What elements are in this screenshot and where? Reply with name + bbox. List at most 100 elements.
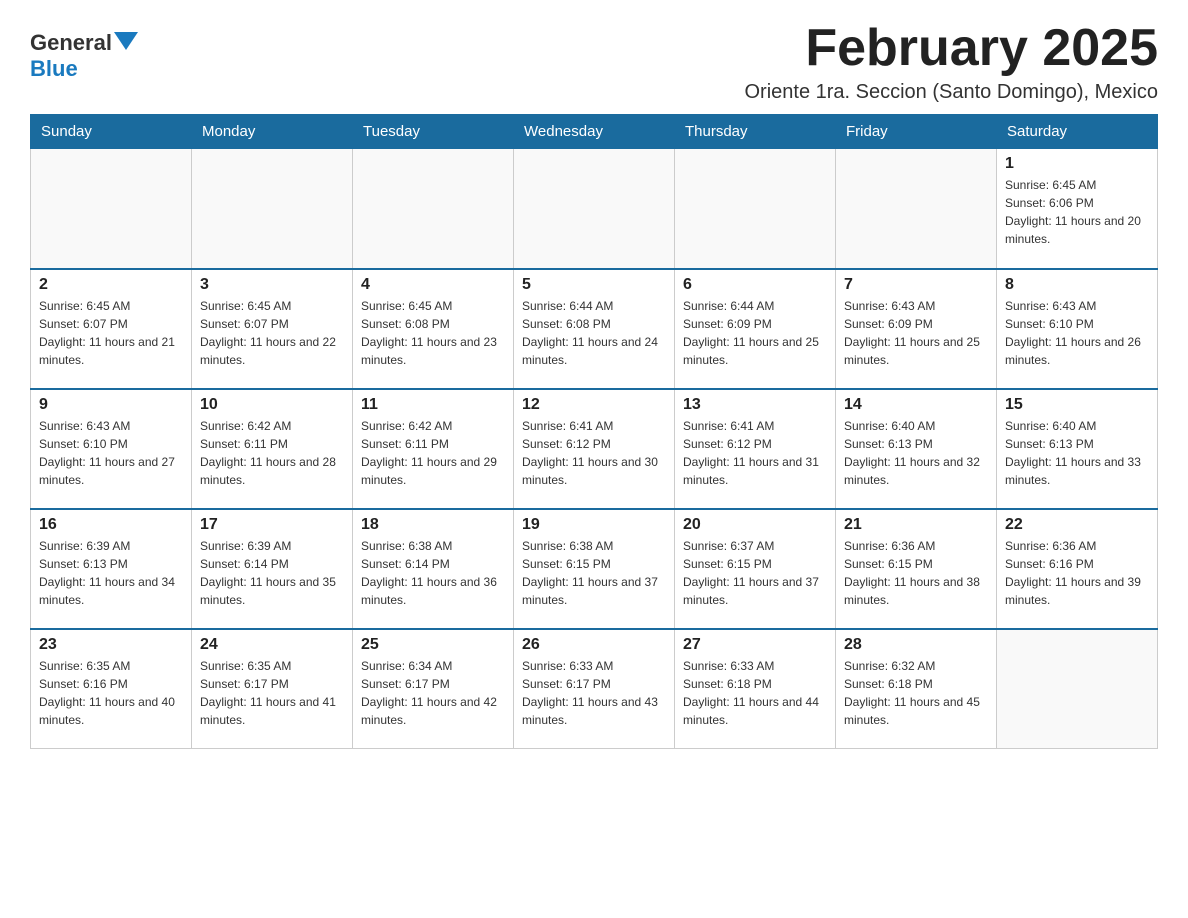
calendar-cell: 14 Sunrise: 6:40 AMSunset: 6:13 PMDayligh… bbox=[836, 389, 997, 509]
calendar-cell: 6 Sunrise: 6:44 AMSunset: 6:09 PMDaylight… bbox=[675, 269, 836, 389]
calendar-cell: 8 Sunrise: 6:43 AMSunset: 6:10 PMDaylight… bbox=[997, 269, 1158, 389]
day-sun-info: Sunrise: 6:45 AMSunset: 6:08 PMDaylight:… bbox=[361, 297, 505, 369]
calendar-week-row: 1 Sunrise: 6:45 AMSunset: 6:06 PMDaylight… bbox=[31, 149, 1158, 269]
calendar-cell: 7 Sunrise: 6:43 AMSunset: 6:09 PMDaylight… bbox=[836, 269, 997, 389]
day-of-week-sunday: Sunday bbox=[31, 115, 192, 149]
day-number: 5 bbox=[522, 276, 666, 294]
day-sun-info: Sunrise: 6:40 AMSunset: 6:13 PMDaylight:… bbox=[844, 417, 988, 489]
day-sun-info: Sunrise: 6:45 AMSunset: 6:06 PMDaylight:… bbox=[1005, 176, 1149, 248]
calendar-week-row: 23Sunrise: 6:35 AMSunset: 6:16 PMDayligh… bbox=[31, 629, 1158, 749]
calendar-cell: 2 Sunrise: 6:45 AMSunset: 6:07 PMDaylight… bbox=[31, 269, 192, 389]
day-sun-info: Sunrise: 6:33 AMSunset: 6:18 PMDaylight:… bbox=[683, 657, 827, 729]
calendar-cell: 11 Sunrise: 6:42 AMSunset: 6:11 PMDayligh… bbox=[353, 389, 514, 509]
day-sun-info: Sunrise: 6:33 AMSunset: 6:17 PMDaylight:… bbox=[522, 657, 666, 729]
day-number: 14 bbox=[844, 396, 988, 414]
day-number: 28 bbox=[844, 636, 988, 654]
day-of-week-friday: Friday bbox=[836, 115, 997, 149]
day-sun-info: Sunrise: 6:41 AMSunset: 6:12 PMDaylight:… bbox=[683, 417, 827, 489]
month-title: February 2025 bbox=[744, 20, 1158, 77]
calendar-cell: 3Sunrise: 6:45 AMSunset: 6:07 PMDaylight… bbox=[192, 269, 353, 389]
location-subtitle: Oriente 1ra. Seccion (Santo Domingo), Me… bbox=[744, 81, 1158, 104]
day-number: 11 bbox=[361, 396, 505, 414]
day-sun-info: Sunrise: 6:43 AMSunset: 6:09 PMDaylight:… bbox=[844, 297, 988, 369]
calendar-cell: 15 Sunrise: 6:40 AMSunset: 6:13 PMDayligh… bbox=[997, 389, 1158, 509]
day-sun-info: Sunrise: 6:39 AMSunset: 6:13 PMDaylight:… bbox=[39, 537, 183, 609]
calendar-header-row: SundayMondayTuesdayWednesdayThursdayFrid… bbox=[31, 115, 1158, 149]
day-number: 1 bbox=[1005, 155, 1149, 173]
calendar-cell: 24 Sunrise: 6:35 AMSunset: 6:17 PMDayligh… bbox=[192, 629, 353, 749]
day-sun-info: Sunrise: 6:40 AMSunset: 6:13 PMDaylight:… bbox=[1005, 417, 1149, 489]
day-sun-info: Sunrise: 6:42 AMSunset: 6:11 PMDaylight:… bbox=[361, 417, 505, 489]
calendar-cell: 1 Sunrise: 6:45 AMSunset: 6:06 PMDaylight… bbox=[997, 149, 1158, 269]
day-number: 17 bbox=[200, 516, 344, 534]
day-number: 27 bbox=[683, 636, 827, 654]
day-number: 7 bbox=[844, 276, 988, 294]
day-number: 8 bbox=[1005, 276, 1149, 294]
calendar-cell: 9Sunrise: 6:43 AMSunset: 6:10 PMDaylight… bbox=[31, 389, 192, 509]
day-sun-info: Sunrise: 6:43 AMSunset: 6:10 PMDaylight:… bbox=[39, 417, 183, 489]
calendar-cell: 23Sunrise: 6:35 AMSunset: 6:16 PMDayligh… bbox=[31, 629, 192, 749]
day-sun-info: Sunrise: 6:35 AMSunset: 6:17 PMDaylight:… bbox=[200, 657, 344, 729]
calendar-week-row: 16 Sunrise: 6:39 AMSunset: 6:13 PMDayligh… bbox=[31, 509, 1158, 629]
day-number: 22 bbox=[1005, 516, 1149, 534]
calendar-cell bbox=[836, 149, 997, 269]
calendar-table: SundayMondayTuesdayWednesdayThursdayFrid… bbox=[30, 114, 1158, 749]
day-sun-info: Sunrise: 6:44 AMSunset: 6:08 PMDaylight:… bbox=[522, 297, 666, 369]
day-sun-info: Sunrise: 6:45 AMSunset: 6:07 PMDaylight:… bbox=[39, 297, 183, 369]
day-of-week-tuesday: Tuesday bbox=[353, 115, 514, 149]
day-sun-info: Sunrise: 6:36 AMSunset: 6:16 PMDaylight:… bbox=[1005, 537, 1149, 609]
day-sun-info: Sunrise: 6:43 AMSunset: 6:10 PMDaylight:… bbox=[1005, 297, 1149, 369]
day-number: 2 bbox=[39, 276, 183, 294]
calendar-cell: 12 Sunrise: 6:41 AMSunset: 6:12 PMDayligh… bbox=[514, 389, 675, 509]
logo-general: General bbox=[30, 30, 112, 56]
title-section: February 2025 Oriente 1ra. Seccion (Sant… bbox=[744, 20, 1158, 104]
calendar-cell: 28 Sunrise: 6:32 AMSunset: 6:18 PMDayligh… bbox=[836, 629, 997, 749]
day-number: 20 bbox=[683, 516, 827, 534]
day-number: 13 bbox=[683, 396, 827, 414]
day-number: 16 bbox=[39, 516, 183, 534]
day-of-week-wednesday: Wednesday bbox=[514, 115, 675, 149]
calendar-cell: 27 Sunrise: 6:33 AMSunset: 6:18 PMDayligh… bbox=[675, 629, 836, 749]
calendar-cell bbox=[997, 629, 1158, 749]
day-number: 19 bbox=[522, 516, 666, 534]
day-number: 25 bbox=[361, 636, 505, 654]
calendar-cell: 21Sunrise: 6:36 AMSunset: 6:15 PMDayligh… bbox=[836, 509, 997, 629]
calendar-cell bbox=[514, 149, 675, 269]
day-of-week-thursday: Thursday bbox=[675, 115, 836, 149]
page-header: General Blue February 2025 Oriente 1ra. … bbox=[30, 20, 1158, 104]
calendar-cell bbox=[353, 149, 514, 269]
calendar-cell: 17Sunrise: 6:39 AMSunset: 6:14 PMDayligh… bbox=[192, 509, 353, 629]
day-number: 4 bbox=[361, 276, 505, 294]
calendar-cell: 16 Sunrise: 6:39 AMSunset: 6:13 PMDayligh… bbox=[31, 509, 192, 629]
day-of-week-saturday: Saturday bbox=[997, 115, 1158, 149]
calendar-cell bbox=[192, 149, 353, 269]
calendar-cell: 18Sunrise: 6:38 AMSunset: 6:14 PMDayligh… bbox=[353, 509, 514, 629]
day-of-week-monday: Monday bbox=[192, 115, 353, 149]
calendar-week-row: 9Sunrise: 6:43 AMSunset: 6:10 PMDaylight… bbox=[31, 389, 1158, 509]
day-number: 21 bbox=[844, 516, 988, 534]
day-sun-info: Sunrise: 6:32 AMSunset: 6:18 PMDaylight:… bbox=[844, 657, 988, 729]
day-number: 10 bbox=[200, 396, 344, 414]
calendar-cell bbox=[675, 149, 836, 269]
day-number: 6 bbox=[683, 276, 827, 294]
day-sun-info: Sunrise: 6:35 AMSunset: 6:16 PMDaylight:… bbox=[39, 657, 183, 729]
day-number: 12 bbox=[522, 396, 666, 414]
day-sun-info: Sunrise: 6:37 AMSunset: 6:15 PMDaylight:… bbox=[683, 537, 827, 609]
calendar-cell: 20 Sunrise: 6:37 AMSunset: 6:15 PMDayligh… bbox=[675, 509, 836, 629]
day-sun-info: Sunrise: 6:38 AMSunset: 6:15 PMDaylight:… bbox=[522, 537, 666, 609]
calendar-cell: 5 Sunrise: 6:44 AMSunset: 6:08 PMDaylight… bbox=[514, 269, 675, 389]
logo: General Blue bbox=[30, 30, 138, 82]
day-sun-info: Sunrise: 6:45 AMSunset: 6:07 PMDaylight:… bbox=[200, 297, 344, 369]
calendar-cell: 13 Sunrise: 6:41 AMSunset: 6:12 PMDayligh… bbox=[675, 389, 836, 509]
day-sun-info: Sunrise: 6:42 AMSunset: 6:11 PMDaylight:… bbox=[200, 417, 344, 489]
day-sun-info: Sunrise: 6:41 AMSunset: 6:12 PMDaylight:… bbox=[522, 417, 666, 489]
day-number: 15 bbox=[1005, 396, 1149, 414]
logo-triangle-icon bbox=[114, 32, 138, 50]
day-sun-info: Sunrise: 6:34 AMSunset: 6:17 PMDaylight:… bbox=[361, 657, 505, 729]
day-sun-info: Sunrise: 6:44 AMSunset: 6:09 PMDaylight:… bbox=[683, 297, 827, 369]
calendar-cell: 22 Sunrise: 6:36 AMSunset: 6:16 PMDayligh… bbox=[997, 509, 1158, 629]
day-number: 26 bbox=[522, 636, 666, 654]
calendar-cell: 26 Sunrise: 6:33 AMSunset: 6:17 PMDayligh… bbox=[514, 629, 675, 749]
calendar-cell: 25 Sunrise: 6:34 AMSunset: 6:17 PMDayligh… bbox=[353, 629, 514, 749]
day-number: 24 bbox=[200, 636, 344, 654]
